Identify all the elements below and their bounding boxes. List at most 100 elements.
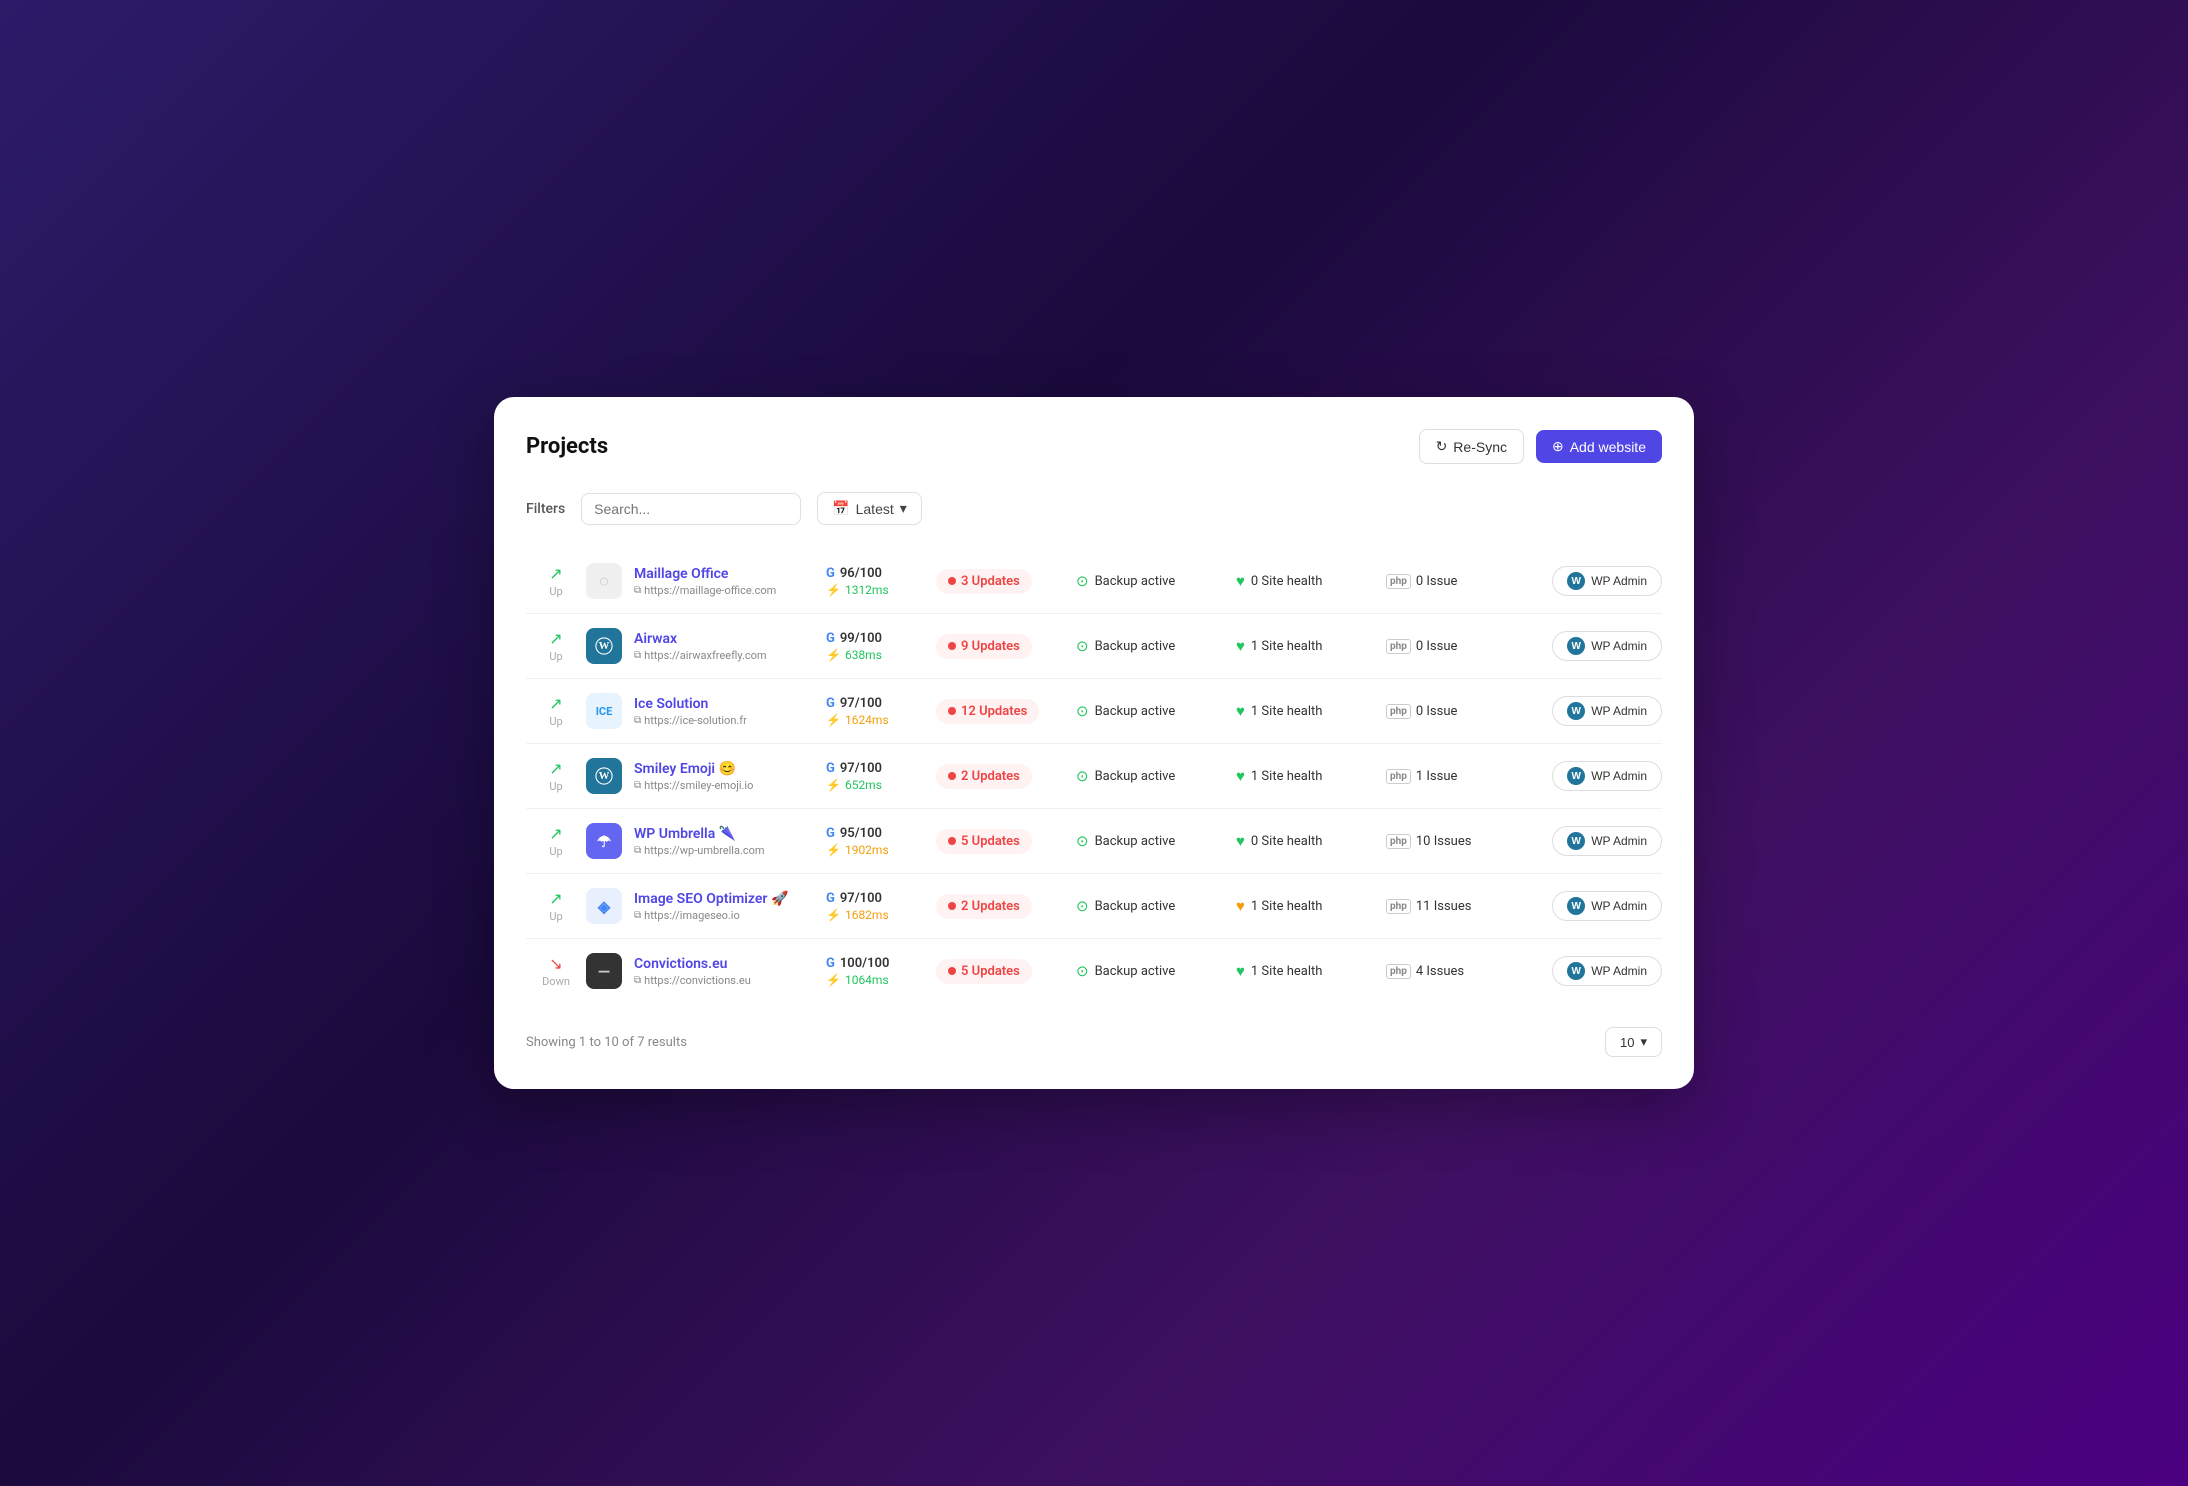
- status-label: Up: [549, 585, 562, 598]
- updates-badge[interactable]: 5 Updates: [936, 829, 1032, 854]
- site-info-col: — Convictions.eu ⧉ https://convictions.e…: [586, 953, 826, 989]
- table-footer: Showing 1 to 10 of 7 results 10 ▾: [526, 1027, 1662, 1057]
- updates-col: 3 Updates: [936, 569, 1076, 594]
- add-website-button[interactable]: ⊕ Add website: [1536, 430, 1662, 463]
- updates-count: 9 Updates: [961, 639, 1020, 654]
- wp-admin-button[interactable]: W WP Admin: [1552, 891, 1662, 921]
- wordpress-icon: W: [1567, 637, 1585, 655]
- issues-count: 4 Issues: [1416, 964, 1464, 979]
- updates-badge[interactable]: 12 Updates: [936, 699, 1039, 724]
- wp-admin-button[interactable]: W WP Admin: [1552, 696, 1662, 726]
- wp-admin-button[interactable]: W WP Admin: [1552, 631, 1662, 661]
- health-col: ♥ 1 Site health: [1236, 702, 1386, 720]
- php-icon: php: [1386, 964, 1411, 979]
- issues-col: php 11 Issues: [1386, 899, 1516, 914]
- wp-admin-col: W WP Admin: [1516, 696, 1662, 726]
- site-info-col: W Smiley Emoji 😊 ⧉ https://smiley-emoji.…: [586, 758, 826, 794]
- site-name[interactable]: Airwax: [634, 631, 767, 647]
- score-value: 100/100: [840, 956, 890, 971]
- wp-admin-label: WP Admin: [1591, 639, 1647, 653]
- health-col: ♥ 1 Site health: [1236, 637, 1386, 655]
- wp-admin-button[interactable]: W WP Admin: [1552, 761, 1662, 791]
- site-details: Ice Solution ⧉ https://ice-solution.fr: [634, 696, 747, 727]
- per-page-button[interactable]: 10 ▾: [1605, 1027, 1662, 1057]
- site-url: ⧉ https://airwaxfreefly.com: [634, 649, 767, 662]
- status-arrow-icon: ↗: [549, 824, 562, 843]
- health-count: 1 Site health: [1251, 899, 1322, 914]
- updates-badge[interactable]: 3 Updates: [936, 569, 1032, 594]
- site-logo: —: [586, 953, 622, 989]
- table-row: ↗ Up ○ Maillage Office ⧉ https://maillag…: [526, 549, 1662, 614]
- site-score-col: G 97/100 ⚡ 652ms: [826, 761, 936, 792]
- site-logo: W: [586, 628, 622, 664]
- updates-badge[interactable]: 5 Updates: [936, 959, 1032, 984]
- speed-icon: ⚡: [826, 908, 841, 922]
- score-value: 95/100: [840, 826, 882, 841]
- svg-text:W: W: [599, 640, 610, 652]
- issues-col: php 4 Issues: [1386, 964, 1516, 979]
- backup-icon: ⊙: [1076, 702, 1089, 720]
- site-name[interactable]: Image SEO Optimizer 🚀: [634, 891, 788, 907]
- issues-col: php 10 Issues: [1386, 834, 1516, 849]
- backup-icon: ⊙: [1076, 572, 1089, 590]
- wordpress-icon: W: [1567, 572, 1585, 590]
- updates-badge[interactable]: 2 Updates: [936, 894, 1032, 919]
- updates-badge[interactable]: 9 Updates: [936, 634, 1032, 659]
- link-icon: ⧉: [634, 845, 641, 856]
- google-g-icon: G: [826, 566, 835, 581]
- wordpress-icon: W: [1567, 832, 1585, 850]
- site-score-col: G 97/100 ⚡ 1682ms: [826, 891, 936, 922]
- table-row: ↗ Up W Airwax ⧉ https://airwaxfreefly.co…: [526, 614, 1662, 679]
- wp-admin-label: WP Admin: [1591, 704, 1647, 718]
- table-row: ↗ Up ICE Ice Solution ⧉ https://ice-solu…: [526, 679, 1662, 744]
- status-arrow-icon: ↗: [549, 564, 562, 583]
- site-details: Maillage Office ⧉ https://maillage-offic…: [634, 566, 776, 597]
- updates-dot-icon: [948, 772, 956, 780]
- resync-icon: ↻: [1436, 438, 1448, 455]
- updates-badge[interactable]: 2 Updates: [936, 764, 1032, 789]
- site-url: ⧉ https://imageseo.io: [634, 909, 788, 922]
- google-score: G 96/100: [826, 566, 936, 581]
- site-name[interactable]: Ice Solution: [634, 696, 747, 712]
- site-url: ⧉ https://maillage-office.com: [634, 584, 776, 597]
- resync-button[interactable]: ↻ Re-Sync: [1419, 429, 1524, 464]
- search-input[interactable]: [581, 493, 801, 525]
- site-name[interactable]: Smiley Emoji 😊: [634, 761, 753, 777]
- updates-col: 12 Updates: [936, 699, 1076, 724]
- google-g-icon: G: [826, 826, 835, 841]
- site-status: ↘ Down: [526, 954, 586, 988]
- site-logo: ☂: [586, 823, 622, 859]
- score-value: 99/100: [840, 631, 882, 646]
- wp-admin-button[interactable]: W WP Admin: [1552, 566, 1662, 596]
- site-name[interactable]: Maillage Office: [634, 566, 776, 582]
- health-col: ♥ 0 Site health: [1236, 832, 1386, 850]
- status-label: Up: [549, 715, 562, 728]
- site-name[interactable]: Convictions.eu: [634, 956, 751, 972]
- issues-count: 10 Issues: [1416, 834, 1472, 849]
- wp-admin-col: W WP Admin: [1516, 891, 1662, 921]
- backup-col: ⊙ Backup active: [1076, 702, 1236, 720]
- backup-col: ⊙ Backup active: [1076, 767, 1236, 785]
- page-header: Projects ↻ Re-Sync ⊕ Add website: [526, 429, 1662, 464]
- site-status: ↗ Up: [526, 629, 586, 663]
- backup-icon: ⊙: [1076, 767, 1089, 785]
- site-url: ⧉ https://smiley-emoji.io: [634, 779, 753, 792]
- site-name[interactable]: WP Umbrella 🌂: [634, 826, 765, 842]
- latest-filter-button[interactable]: 📅 Latest ▾: [817, 492, 922, 525]
- health-icon: ♥: [1236, 767, 1245, 785]
- wp-admin-label: WP Admin: [1591, 899, 1647, 913]
- backup-status: Backup active: [1095, 574, 1176, 589]
- google-score: G 97/100: [826, 696, 936, 711]
- speed-value: ⚡ 1624ms: [826, 713, 936, 727]
- updates-dot-icon: [948, 837, 956, 845]
- health-col: ♥ 1 Site health: [1236, 767, 1386, 785]
- backup-col: ⊙ Backup active: [1076, 962, 1236, 980]
- wp-admin-button[interactable]: W WP Admin: [1552, 956, 1662, 986]
- table-row: ↘ Down — Convictions.eu ⧉ https://convic…: [526, 939, 1662, 1003]
- health-count: 0 Site health: [1251, 834, 1322, 849]
- site-score-col: G 99/100 ⚡ 638ms: [826, 631, 936, 662]
- backup-status: Backup active: [1095, 769, 1176, 784]
- wp-admin-label: WP Admin: [1591, 574, 1647, 588]
- wp-admin-button[interactable]: W WP Admin: [1552, 826, 1662, 856]
- site-score-col: G 100/100 ⚡ 1064ms: [826, 956, 936, 987]
